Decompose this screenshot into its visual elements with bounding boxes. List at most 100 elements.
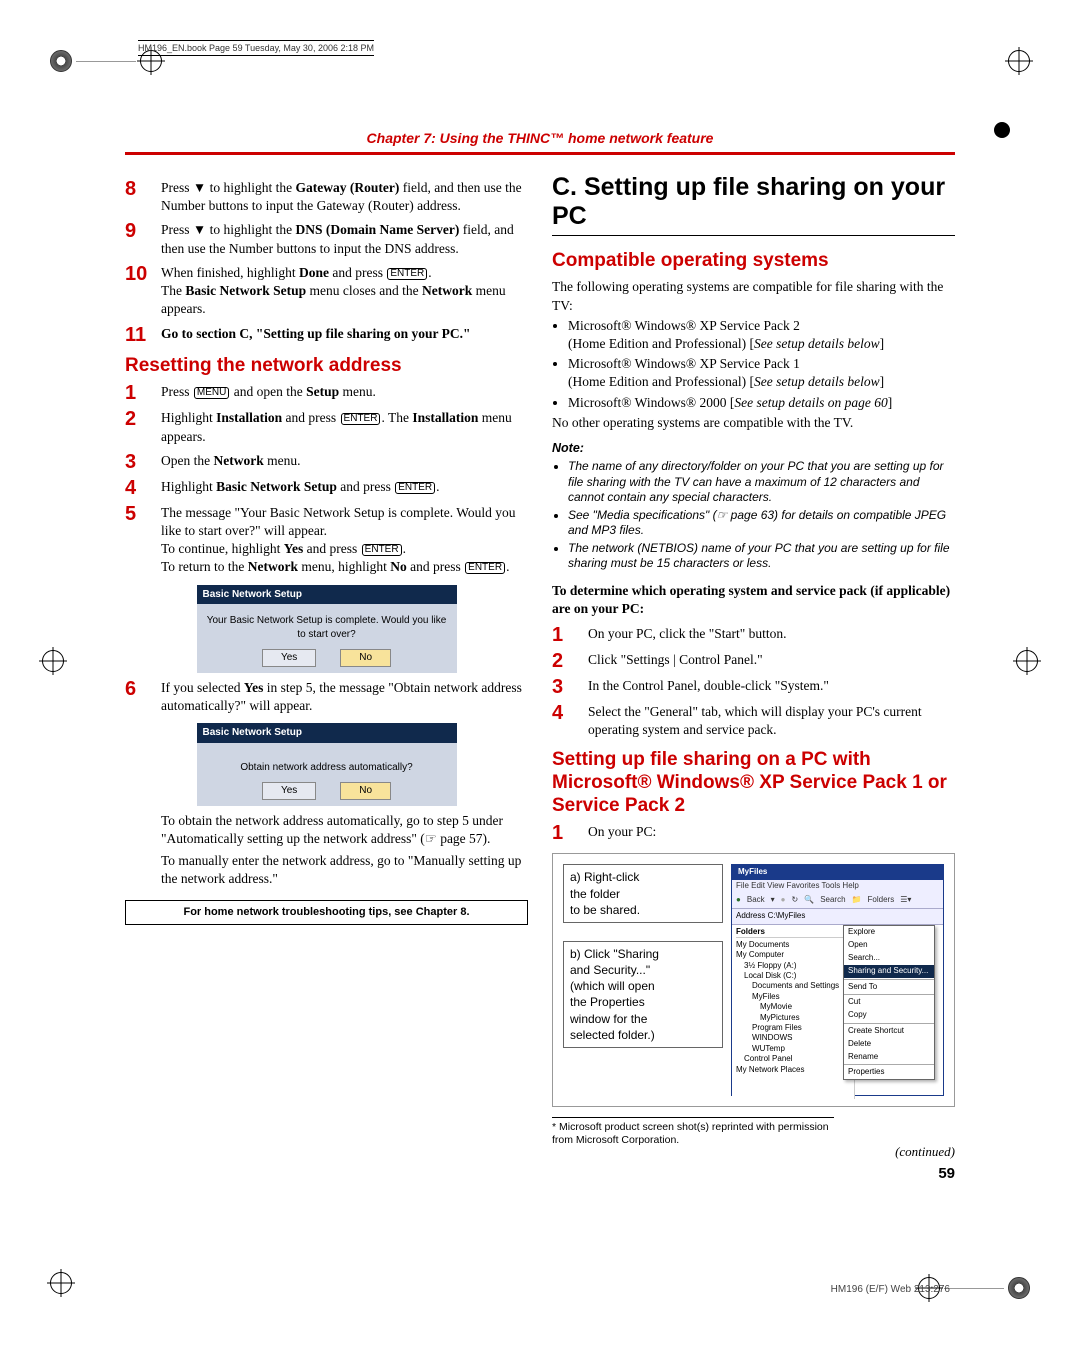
search-button[interactable]: Search (820, 895, 845, 906)
tree-item[interactable]: 3½ Floppy (A:) (736, 961, 850, 971)
dialog-body: Obtain network address automatically? Ye… (197, 743, 457, 806)
tree-item[interactable]: My Network Places (736, 1065, 850, 1075)
list-item: The network (NETBIOS) name of your PC th… (568, 541, 955, 572)
text: The message "Your Basic Network Setup is… (161, 505, 516, 538)
context-menu-item[interactable]: Sharing and Security... (844, 965, 934, 978)
yes-button[interactable]: Yes (262, 782, 316, 800)
step-body: Highlight Basic Network Setup and press … (161, 478, 528, 498)
dialog-message: Obtain network address automatically? (203, 761, 451, 775)
reg-mark-bottom-left (50, 1272, 72, 1299)
context-menu[interactable]: ExploreOpenSearch...Sharing and Security… (843, 925, 935, 1080)
text: Press (161, 384, 193, 399)
context-menu-item[interactable]: Rename (844, 1051, 934, 1064)
context-menu-item[interactable]: Search... (844, 952, 934, 965)
step-body: Press ▼ to highlight the Gateway (Router… (161, 179, 528, 215)
right-column: C. Setting up file sharing on your PC Co… (552, 173, 955, 1184)
dialog-body: Your Basic Network Setup is complete. Wo… (197, 604, 457, 673)
step-number: 9 (125, 221, 151, 257)
no-button[interactable]: No (340, 649, 391, 667)
context-menu-item[interactable]: Send To (844, 981, 934, 994)
two-columns: 8 Press ▼ to highlight the Gateway (Rout… (125, 173, 955, 1184)
text: ] (880, 374, 885, 389)
text: Basic Network Setup (216, 479, 337, 494)
explorer-screenshot: a) Right-click the folder to be shared. … (552, 853, 955, 1107)
text: selected folder.) (570, 1028, 655, 1042)
context-menu-item[interactable]: Open (844, 939, 934, 952)
text: and press (303, 541, 360, 556)
note-heading: Note: (552, 440, 955, 457)
det-step-4: 4Select the "General" tab, which will di… (552, 703, 955, 739)
text: Gateway (Router) (296, 180, 400, 195)
text: and press (282, 410, 339, 425)
step-11: 11 Go to section C, "Setting up file sha… (125, 325, 528, 345)
step-number: 1 (552, 823, 578, 843)
context-menu-item[interactable]: Explore (844, 926, 934, 939)
callout-a: a) Right-click the folder to be shared. (563, 864, 723, 923)
tree-item[interactable]: WUTemp (736, 1044, 850, 1054)
text: the Properties (570, 995, 645, 1009)
step-number: 8 (125, 179, 151, 215)
enter-key-icon: ENTER (395, 482, 435, 494)
callout-b: b) Click "Sharing and Security..." (whic… (563, 941, 723, 1048)
text: Installation (216, 410, 282, 425)
tree-item[interactable]: WINDOWS (736, 1033, 850, 1043)
step-body: In the Control Panel, double-click "Syst… (588, 677, 955, 697)
address-bar[interactable]: Address C:\MyFiles (732, 909, 943, 925)
os-list: Microsoft® Windows® XP Service Pack 2(Ho… (568, 317, 955, 412)
tree-item[interactable]: Control Panel (736, 1054, 850, 1064)
window-title: MyFiles (732, 865, 943, 880)
text: Setup (306, 384, 339, 399)
context-menu-item[interactable]: Delete (844, 1038, 934, 1051)
no-button[interactable]: No (340, 782, 391, 800)
text: No (390, 559, 407, 574)
text: (Home Edition and Professional) [ (568, 374, 754, 389)
callouts: a) Right-click the folder to be shared. … (563, 864, 723, 1096)
text: Press ▼ to highlight the (161, 180, 296, 195)
heading-setup-sp: Setting up file sharing on a PC with Mic… (552, 749, 955, 817)
folder-tree[interactable]: Folders My Documents My Computer 3½ Flop… (732, 925, 855, 1099)
step-number: 3 (125, 452, 151, 472)
yes-button[interactable]: Yes (262, 649, 316, 667)
step-8: 8 Press ▼ to highlight the Gateway (Rout… (125, 179, 528, 215)
step-number: 6 (125, 679, 151, 715)
step-body: Click "Settings | Control Panel." (588, 651, 955, 671)
menu-key-icon: MENU (194, 387, 229, 399)
text: Basic Network Setup (185, 283, 306, 298)
text: If you selected (161, 680, 244, 695)
step-number: 3 (552, 677, 578, 697)
reg-mark-mid-right (1016, 650, 1038, 677)
text: See setup details below (754, 374, 880, 389)
step-number: 2 (125, 409, 151, 445)
page-number: 59 (552, 1164, 955, 1184)
dialog-basic-network-1: Basic Network Setup Your Basic Network S… (197, 585, 457, 673)
tree-item[interactable]: Local Disk (C:) (736, 971, 850, 981)
tree-item[interactable]: MyFiles (736, 992, 850, 1002)
tree-item[interactable]: Documents and Settings (736, 981, 850, 991)
text: Network (422, 283, 472, 298)
back-button[interactable]: Back (747, 895, 765, 906)
tree-item[interactable]: MyMovie (736, 1002, 850, 1012)
context-menu-item[interactable]: Copy (844, 1009, 934, 1022)
tree-item[interactable]: My Computer (736, 950, 850, 960)
text: Microsoft® Windows® 2000 [ (568, 395, 734, 410)
footer-doc-id: HM196 (E/F) Web 213:276 (831, 1284, 950, 1295)
content-area: Chapter 7: Using the THINC™ home network… (125, 130, 955, 1259)
text: window for the (570, 1012, 647, 1026)
text: and open the (230, 384, 306, 399)
text: When finished, highlight (161, 265, 299, 280)
tree-item[interactable]: Program Files (736, 1023, 850, 1033)
step-body: The message "Your Basic Network Setup is… (161, 504, 528, 577)
tree-item[interactable]: My Documents (736, 940, 850, 950)
dialog-title: Basic Network Setup (197, 585, 457, 605)
folders-button[interactable]: Folders (868, 895, 895, 906)
step-10: 10 When finished, highlight Done and pre… (125, 264, 528, 319)
context-menu-item[interactable]: Cut (844, 996, 934, 1009)
context-menu-item[interactable]: Create Shortcut (844, 1025, 934, 1038)
text: The (161, 283, 185, 298)
reset-step-6: 6 If you selected Yes in step 5, the mes… (125, 679, 528, 715)
tree-item[interactable]: MyPictures (736, 1013, 850, 1023)
page: HM196_EN.book Page 59 Tuesday, May 30, 2… (0, 0, 1080, 1349)
context-menu-item[interactable]: Properties (844, 1066, 934, 1079)
heading-resetting: Resetting the network address (125, 355, 528, 378)
text: Network (248, 559, 298, 574)
